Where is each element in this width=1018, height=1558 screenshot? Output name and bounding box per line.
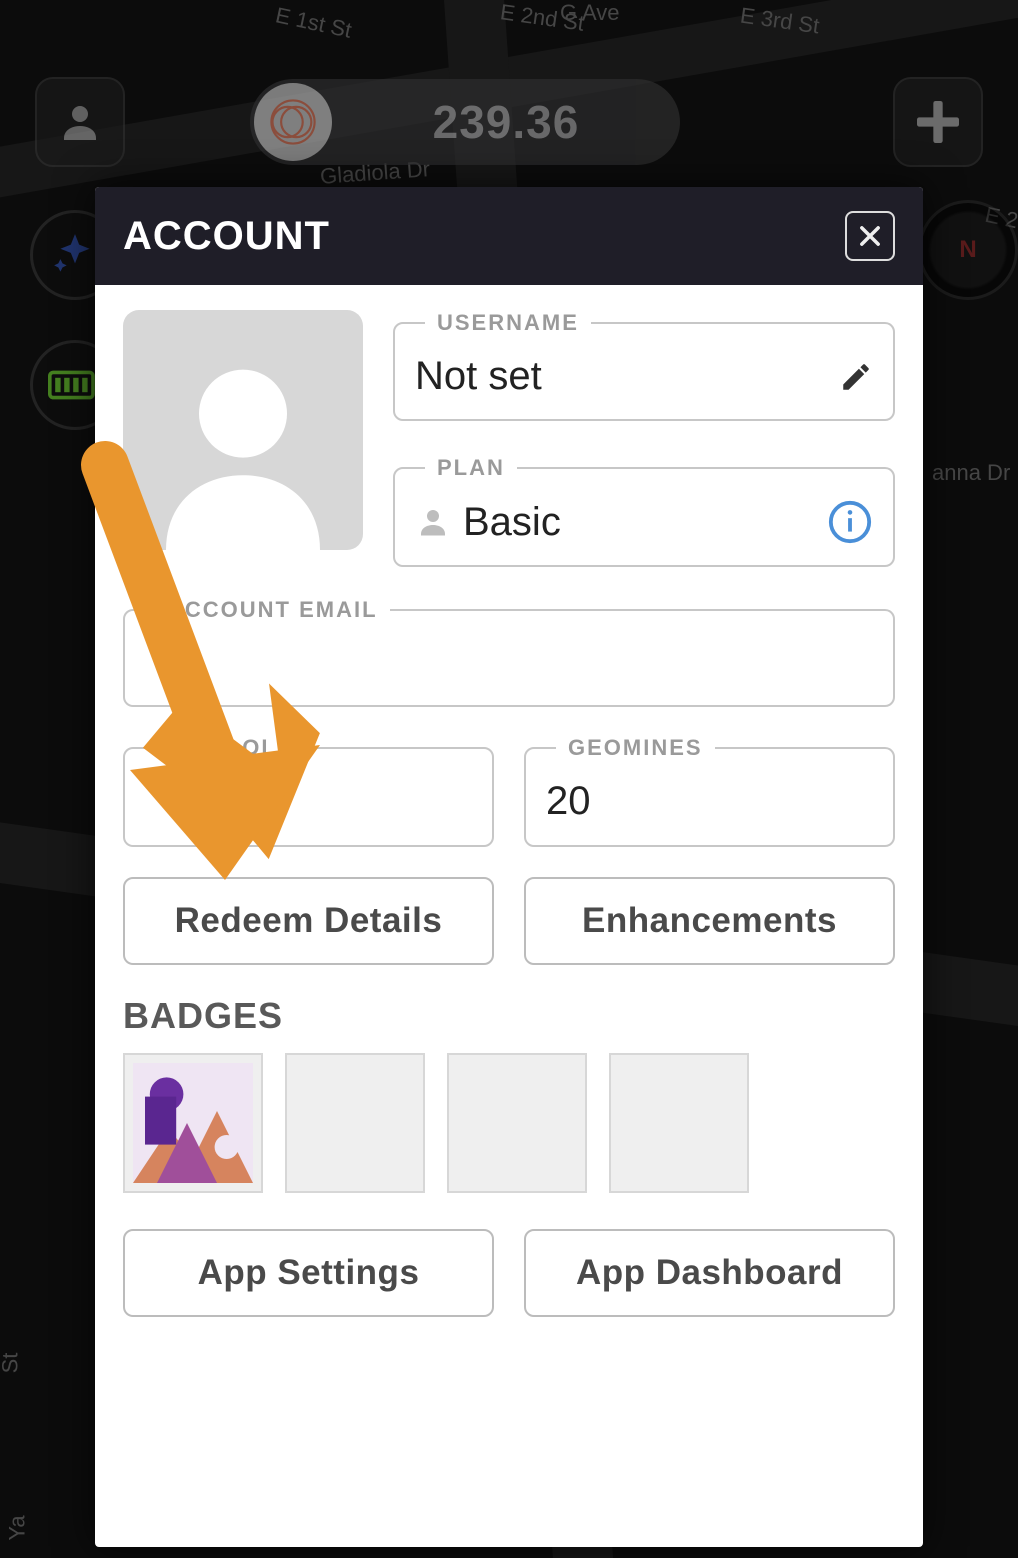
hud-bar: 239.36 xyxy=(0,72,1018,172)
sparkle-icon xyxy=(50,230,100,280)
compass[interactable]: N xyxy=(918,200,1018,300)
days-old-value xyxy=(145,779,472,825)
geomines-value: 20 xyxy=(546,779,873,824)
plan-field: PLAN Basic xyxy=(393,455,895,567)
person-icon xyxy=(415,504,451,540)
days-old-label: DAYS OLD xyxy=(155,735,307,761)
enhancements-button[interactable]: Enhancements xyxy=(524,877,895,965)
plan-value: Basic xyxy=(463,500,815,545)
app-settings-button[interactable]: App Settings xyxy=(123,1229,494,1317)
plus-icon xyxy=(910,94,966,150)
balance-pill[interactable]: 239.36 xyxy=(250,79,680,165)
account-modal: ACCOUNT USERNAME Not set xyxy=(95,187,923,1547)
profile-hud-button[interactable] xyxy=(35,77,125,167)
plan-label: PLAN xyxy=(425,455,517,481)
street-label: E 1st St xyxy=(273,2,354,43)
battery-icon xyxy=(48,365,102,405)
app-dashboard-button[interactable]: App Dashboard xyxy=(524,1229,895,1317)
badge-slot-2[interactable] xyxy=(285,1053,425,1193)
geomines-field: GEOMINES 20 xyxy=(524,735,895,847)
account-email-label: ACCOUNT EMAIL xyxy=(155,597,390,623)
badge-slot-1[interactable] xyxy=(123,1053,263,1193)
redeem-details-button[interactable]: Redeem Details xyxy=(123,877,494,965)
avatar[interactable] xyxy=(123,310,363,550)
days-old-field: DAYS OLD xyxy=(123,735,494,847)
street-label: G Ave xyxy=(560,0,620,26)
badge-slot-4[interactable] xyxy=(609,1053,749,1193)
badge-art-icon xyxy=(133,1063,253,1183)
account-email-value xyxy=(145,641,873,685)
compass-n-label: N xyxy=(959,236,976,264)
username-field: USERNAME Not set xyxy=(393,310,895,421)
person-icon xyxy=(56,98,104,146)
username-value: Not set xyxy=(415,354,827,399)
street-label: St xyxy=(0,1353,23,1374)
geomines-label: GEOMINES xyxy=(556,735,715,761)
avatar-placeholder-icon xyxy=(133,330,353,550)
info-icon xyxy=(827,499,873,545)
account-email-field: ACCOUNT EMAIL xyxy=(123,597,895,707)
badges-row xyxy=(123,1053,895,1193)
plan-info-button[interactable] xyxy=(827,499,873,545)
close-icon xyxy=(856,222,884,250)
close-button[interactable] xyxy=(845,211,895,261)
edit-username-button[interactable] xyxy=(839,360,873,394)
modal-header: ACCOUNT xyxy=(95,187,923,285)
pencil-icon xyxy=(839,360,873,394)
badge-slot-3[interactable] xyxy=(447,1053,587,1193)
balance-value: 239.36 xyxy=(332,95,680,149)
street-label: Ya xyxy=(5,1515,31,1540)
modal-title: ACCOUNT xyxy=(123,214,330,259)
username-label: USERNAME xyxy=(425,310,591,336)
street-label: anna Dr xyxy=(932,460,1010,486)
add-hud-button[interactable] xyxy=(893,77,983,167)
coin-icon xyxy=(254,83,332,161)
badges-title: BADGES xyxy=(123,995,895,1037)
